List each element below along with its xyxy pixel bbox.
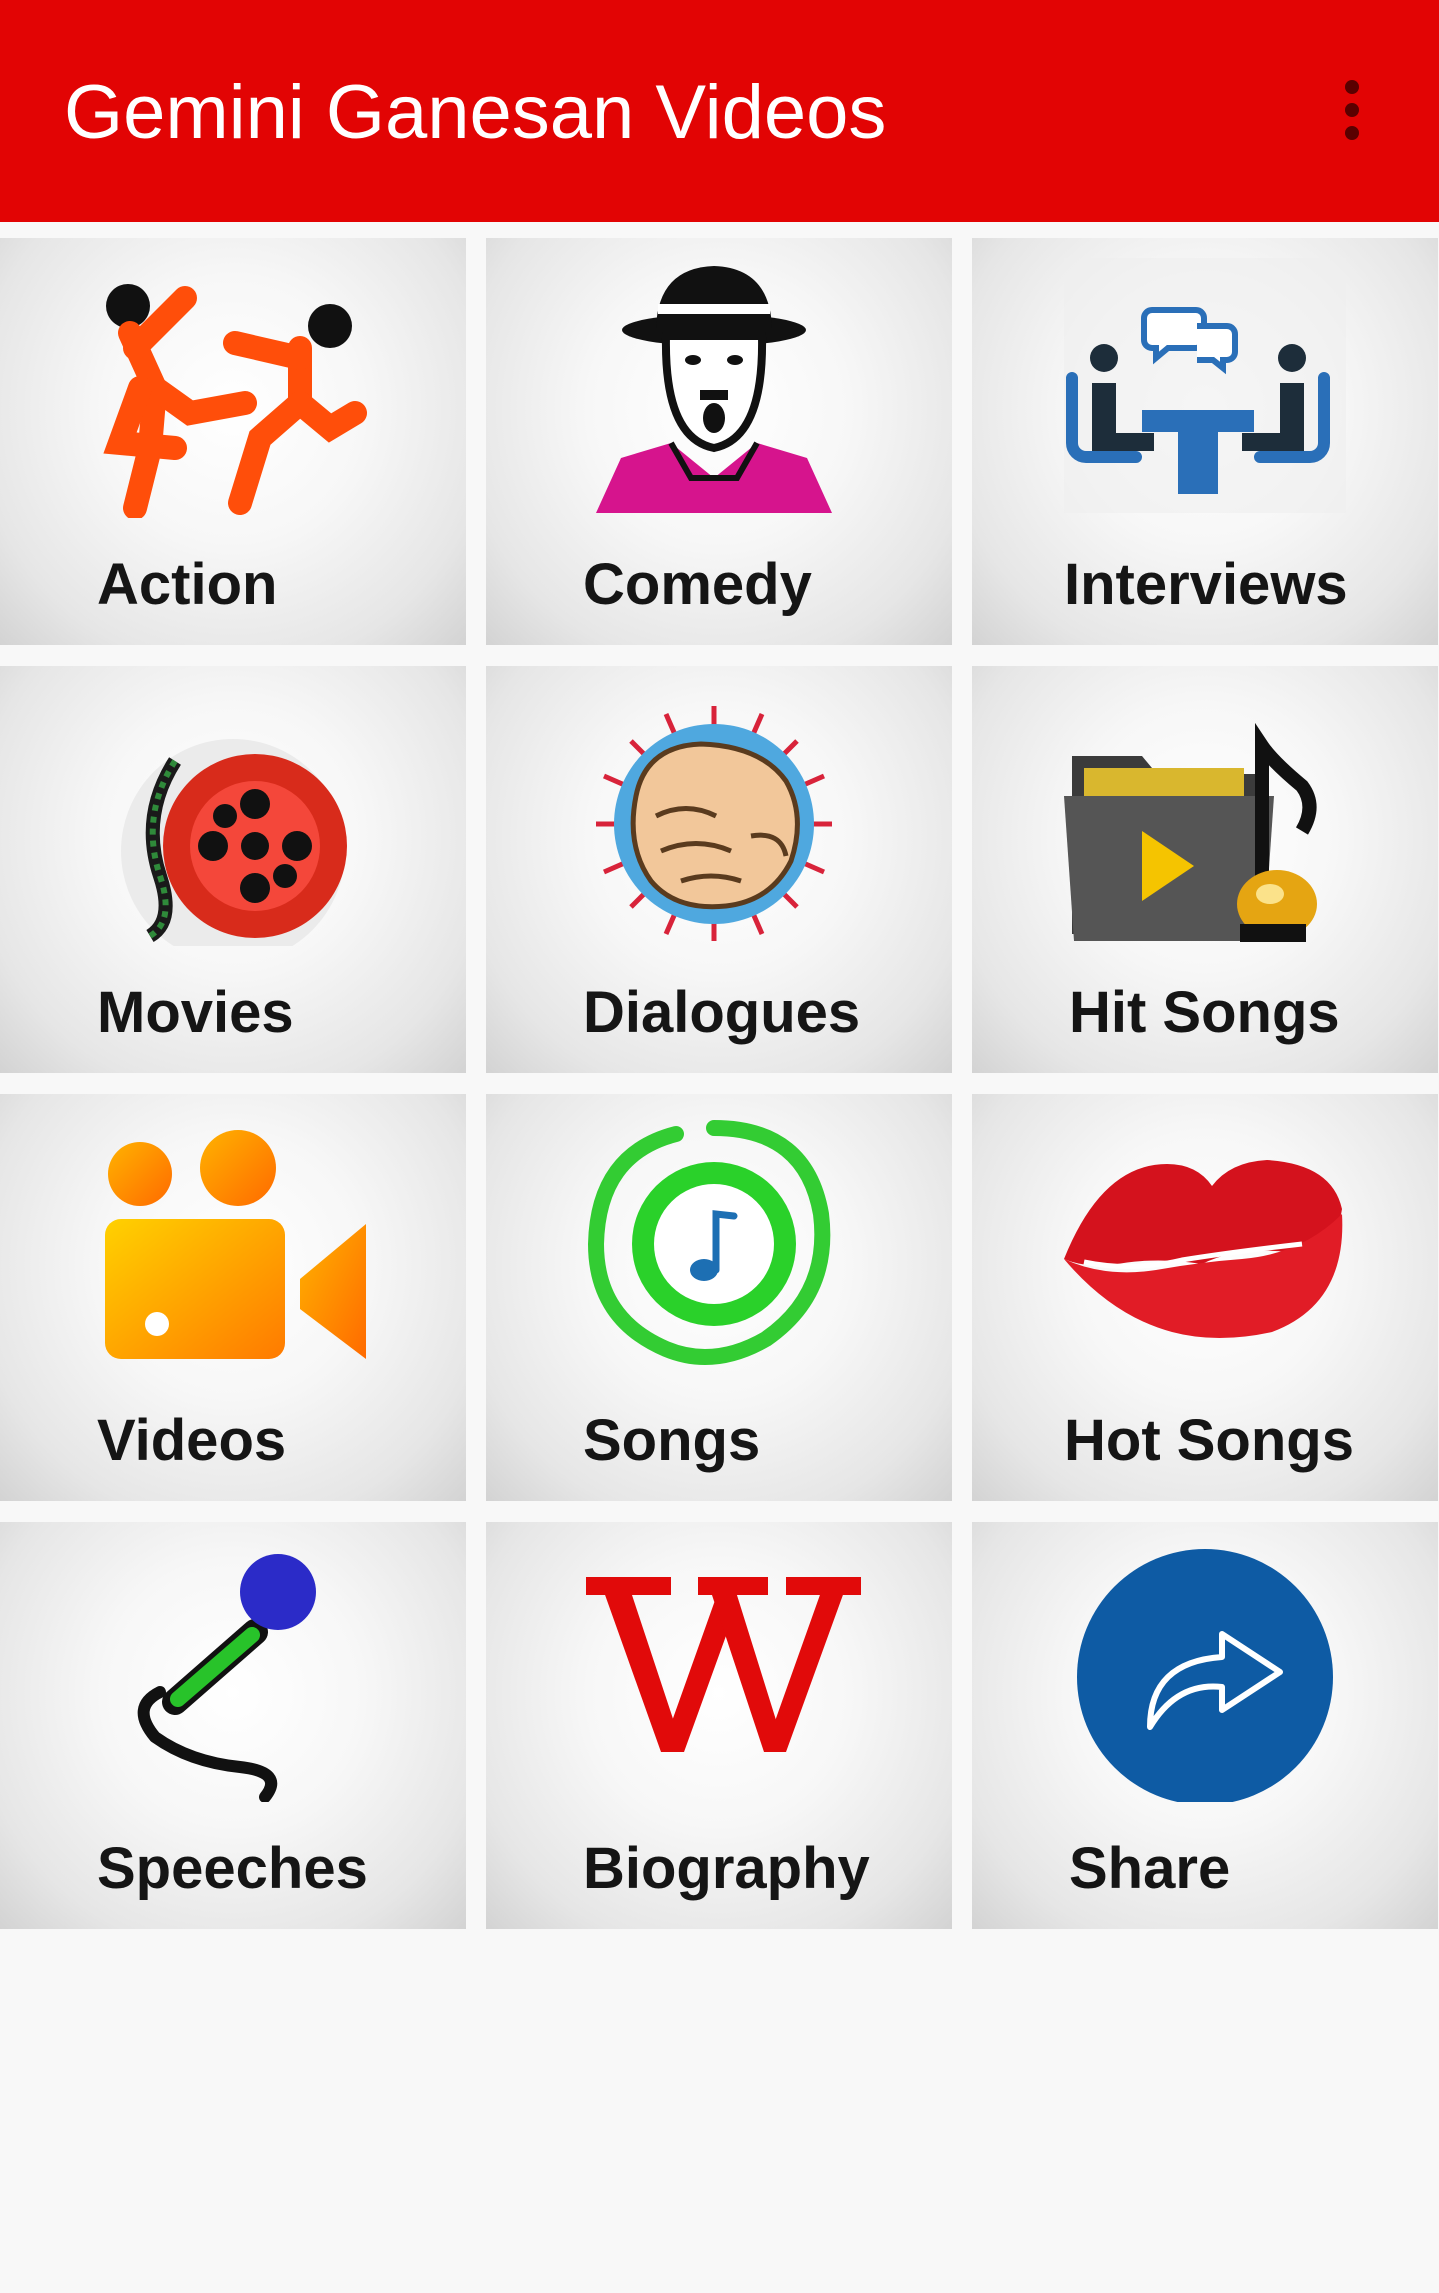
tile-label: Comedy — [583, 552, 812, 617]
tile-hit-songs[interactable]: Hit Songs — [972, 666, 1438, 1073]
app-bar: Gemini Ganesan Videos — [0, 0, 1439, 222]
tile-label: Songs — [583, 1408, 761, 1473]
tile-label: Interviews — [1064, 552, 1348, 617]
tile-biography[interactable]: Biography — [486, 1522, 952, 1929]
fist-punch-icon — [486, 666, 952, 946]
tile-dialogues[interactable]: Dialogues — [486, 666, 952, 1073]
tile-videos[interactable]: Videos — [0, 1094, 466, 1501]
tile-share[interactable]: Share — [972, 1522, 1438, 1929]
tile-label: Hot Songs — [1064, 1408, 1354, 1473]
music-note-circle-icon — [486, 1094, 952, 1374]
tile-label: Action — [97, 552, 278, 617]
tile-hot-songs[interactable]: Hot Songs — [972, 1094, 1438, 1501]
tile-label: Biography — [583, 1836, 870, 1901]
tile-comedy[interactable]: Comedy — [486, 238, 952, 645]
more-vert-icon[interactable] — [1320, 70, 1384, 150]
tile-speeches[interactable]: Speeches — [0, 1522, 466, 1929]
film-reel-icon — [0, 666, 466, 946]
tile-label: Videos — [97, 1408, 287, 1473]
lips-icon — [972, 1094, 1438, 1374]
tile-label: Dialogues — [583, 980, 861, 1045]
tile-label: Hit Songs — [1069, 980, 1340, 1045]
video-camera-icon — [0, 1094, 466, 1374]
tile-movies[interactable]: Movies — [0, 666, 466, 1073]
tile-label: Movies — [97, 980, 294, 1045]
tile-action[interactable]: Action — [0, 238, 466, 645]
app-title: Gemini Ganesan Videos — [64, 70, 887, 155]
tile-interviews[interactable]: Interviews — [972, 238, 1438, 645]
microphone-icon — [0, 1522, 466, 1802]
music-folder-icon — [972, 666, 1438, 946]
wikipedia-icon — [486, 1522, 952, 1802]
tile-label: Speeches — [97, 1836, 368, 1901]
tile-songs[interactable]: Songs — [486, 1094, 952, 1501]
kick-fight-icon — [0, 238, 466, 518]
interview-table-icon — [972, 238, 1438, 518]
clown-face-icon — [486, 238, 952, 518]
tile-label: Share — [1069, 1836, 1231, 1901]
share-icon — [972, 1522, 1438, 1802]
